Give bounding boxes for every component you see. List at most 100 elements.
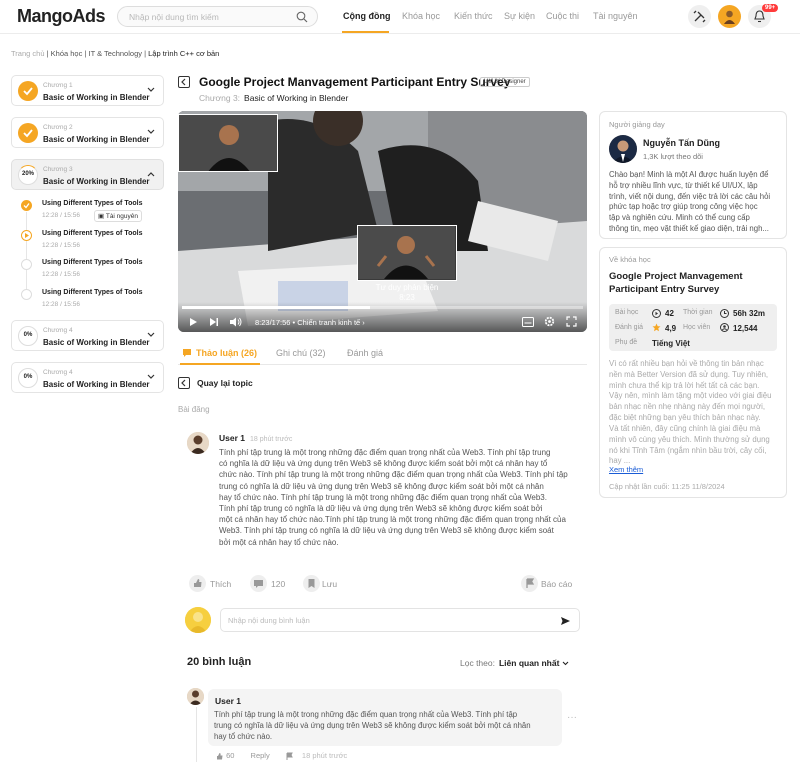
video-chapter[interactable]: • Chiến tranh kinh tế	[293, 318, 361, 327]
crumb-current[interactable]: Lập trình C++ cơ bản	[148, 49, 219, 58]
lesson-title: Using Different Types of Tools	[42, 230, 143, 237]
post-line: Web3. Tính phí tập trung có nghĩa là dữ …	[219, 526, 554, 536]
like-button[interactable]: Thích	[210, 579, 231, 589]
progress-ring: 20%	[18, 165, 38, 185]
comment-avatar[interactable]	[187, 688, 204, 705]
chapter-label: Chương 3:	[199, 93, 241, 103]
chapter-5[interactable]: 0% Chương 4 Basic of Working in Blender	[11, 362, 164, 393]
chevron-down-icon	[562, 661, 569, 666]
report-icon[interactable]	[521, 575, 538, 592]
chapter-title: Basic of Working in Blender	[43, 177, 150, 186]
avatar[interactable]	[718, 5, 741, 28]
see-more-link[interactable]: Xem thêm	[609, 465, 643, 474]
user-avatar[interactable]	[187, 432, 209, 454]
post-body: Tính phí tập trung là một trong những đặ…	[219, 447, 568, 548]
notification-badge: 99+	[762, 4, 779, 12]
tab-notes[interactable]: Ghi chú (32)	[276, 348, 326, 358]
lessons-value: 42	[665, 309, 674, 318]
send-icon[interactable]	[560, 616, 571, 626]
chapter-title: Basic of Working in Blender	[43, 338, 150, 347]
chevron-up-icon	[147, 172, 155, 177]
comment-input[interactable]: Nhập nội dung bình luận	[220, 608, 580, 632]
subtitle-icon[interactable]	[522, 317, 534, 327]
sort-dropdown[interactable]: Lọc theo: Liên quan nhất	[460, 658, 569, 668]
pip-preview[interactable]	[178, 114, 278, 172]
comment-icon[interactable]	[250, 575, 267, 592]
time-label: Thời gian	[683, 309, 713, 316]
comment-author[interactable]: User 1	[215, 696, 241, 706]
students-value: 12,544	[733, 324, 758, 333]
tab-discussion[interactable]: Thảo luận (26)	[196, 348, 257, 358]
chapter-3[interactable]: 20% Chương 3 Basic of Working in Blender	[11, 159, 164, 190]
like-icon[interactable]	[189, 575, 206, 592]
post-user[interactable]: User 1	[219, 433, 245, 443]
more-options-icon[interactable]: ···	[567, 712, 577, 723]
settings-icon[interactable]	[544, 316, 555, 327]
tools-button[interactable]	[688, 5, 711, 28]
star-icon	[652, 323, 661, 332]
comment-time: 18 phút trước	[301, 751, 348, 760]
nav-knowledge[interactable]: Kiến thức	[454, 11, 493, 21]
report-button[interactable]: Báo cáo	[541, 579, 572, 589]
bio-line: tập và nghiên cứu. Minh có thể cung cấp	[609, 213, 750, 223]
play-button[interactable]	[189, 317, 198, 327]
rating-label: Đánh giá	[615, 324, 644, 331]
crumb-courses[interactable]: Khóa học	[51, 49, 83, 58]
bookmark-icon[interactable]	[303, 575, 320, 592]
search-icon[interactable]	[296, 11, 308, 23]
clock-icon	[720, 309, 729, 318]
nav-active-indicator	[342, 31, 389, 33]
back-to-topic-button[interactable]	[178, 377, 190, 389]
lesson-meta: 12:28 / 15:56	[42, 242, 80, 249]
sort-value[interactable]: Liên quan nhất	[499, 658, 559, 668]
lesson-title: Google Project Manvagement Participant E…	[199, 75, 511, 89]
chevron-down-icon	[147, 374, 155, 379]
crumb-category[interactable]: IT & Technology	[88, 49, 142, 58]
comments-count: 20 bình luận	[187, 656, 252, 668]
progress-track[interactable]	[182, 306, 583, 309]
rating-value: 4,9	[665, 324, 677, 333]
nav-resources[interactable]: Tài nguyên	[593, 11, 638, 21]
teacher-avatar[interactable]	[609, 135, 637, 163]
nav-courses[interactable]: Khóa học	[402, 11, 440, 21]
fullscreen-icon[interactable]	[566, 316, 577, 327]
reply-button[interactable]: Reply	[251, 751, 270, 760]
nav-events[interactable]: Sự kiện	[504, 11, 535, 21]
pip-thumbnail[interactable]	[357, 225, 457, 281]
lesson-connector	[26, 212, 27, 299]
save-button[interactable]: Lưu	[322, 579, 337, 589]
nav-community[interactable]: Cộng đồng	[343, 11, 390, 21]
volume-icon[interactable]	[229, 317, 242, 327]
pip-label: Tư duy phản biện	[375, 283, 439, 292]
comment-count[interactable]: 120	[271, 579, 285, 589]
back-button[interactable]	[178, 76, 190, 88]
thread-line	[196, 707, 197, 762]
progress-ring: 0%	[18, 368, 38, 388]
chapter-4[interactable]: 0% Chương 4 Basic of Working in Blender	[11, 320, 164, 351]
logo[interactable]: MangoAds	[17, 6, 106, 27]
tab-reviews[interactable]: Đánh giá	[347, 348, 383, 358]
lesson-meta: 12:28 / 15:56	[42, 271, 80, 278]
next-button[interactable]	[209, 317, 219, 327]
course-title-line: Participant Entry Survey	[609, 283, 720, 295]
comment-likes[interactable]: 60	[226, 751, 234, 760]
my-avatar[interactable]	[185, 607, 211, 633]
resource-button[interactable]: ▣ Tài nguyên	[94, 210, 143, 222]
teacher-name[interactable]: Nguyễn Tấn Dũng	[643, 138, 720, 148]
check-icon	[21, 200, 32, 211]
search-input[interactable]: Nhập nội dung tìm kiếm	[129, 12, 219, 22]
comment-bubble: User 1 Tính phí tập trung là một trong n…	[208, 689, 562, 746]
post-line: có nghĩa là dữ liệu và ứng dụng trên Web…	[219, 459, 548, 469]
playing-icon	[21, 230, 32, 241]
chapter-1[interactable]: Chương 1 Basic of Working in Blender	[11, 75, 164, 106]
category-tag[interactable]: UI/UX Designer	[480, 77, 530, 87]
comment-body: Tính phí tập trung là một trong những đặ…	[214, 709, 531, 743]
nav-contests[interactable]: Cuộc thi	[546, 11, 579, 21]
post-time: 18 phút trước	[250, 436, 293, 443]
back-to-topic-label[interactable]: Quay lại topic	[197, 378, 253, 388]
search-box[interactable]: Nhập nội dung tìm kiếm	[117, 6, 318, 27]
crumb-home[interactable]: Trang chủ	[11, 49, 45, 58]
post-author[interactable]: User 1 18 phút trước	[219, 433, 292, 443]
sort-label: Lọc theo:	[460, 658, 495, 668]
chapter-2[interactable]: Chương 2 Basic of Working in Blender	[11, 117, 164, 148]
